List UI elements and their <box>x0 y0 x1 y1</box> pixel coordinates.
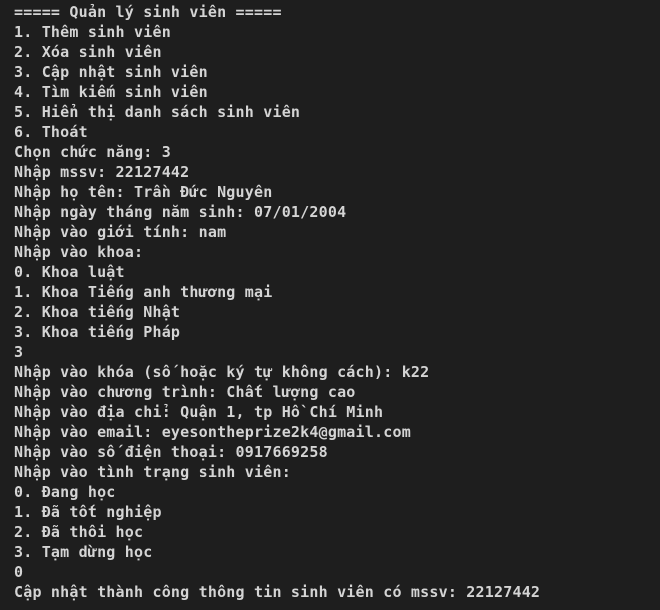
student-id-prompt: Nhập mssv: 22127442 <box>14 163 190 181</box>
status-input: 0 <box>14 563 24 581</box>
faculty-option-japanese: 2. Khoa tiếng Nhật <box>14 303 181 321</box>
choose-function-prompt: Chọn chức năng: 3 <box>14 143 171 161</box>
program-prompt: Nhập vào chương trình: Chất lượng cao <box>14 383 356 401</box>
menu-option-update-student: 3. Cập nhật sinh viên <box>14 63 208 81</box>
status-option-graduated: 1. Đã tốt nghiệp <box>14 503 162 521</box>
menu-option-list-students: 5. Hiển thị danh sách sinh viên <box>14 103 301 121</box>
status-option-dropped-out: 2. Đã thôi học <box>14 523 144 541</box>
gender-prompt: Nhập vào giới tính: nam <box>14 223 227 241</box>
status-option-studying: 0. Đang học <box>14 483 116 501</box>
faculty-option-law: 0. Khoa luật <box>14 263 125 281</box>
menu-option-add-student: 1. Thêm sinh viên <box>14 23 171 41</box>
faculty-input: 3 <box>14 343 24 361</box>
update-success-message: Cập nhật thành công thông tin sinh viên … <box>14 583 541 601</box>
address-prompt: Nhập vào địa chỉ: Quận 1, tp Hồ Chí Minh <box>14 403 384 421</box>
email-prompt: Nhập vào email: eyesontheprize2k4@gmail.… <box>14 423 411 441</box>
status-option-on-leave: 3. Tạm dừng học <box>14 543 153 561</box>
menu-option-exit: 6. Thoát <box>14 123 88 141</box>
menu-title: ===== Quản lý sinh viên ===== <box>14 3 282 21</box>
birth-date-prompt: Nhập ngày tháng năm sinh: 07/01/2004 <box>14 203 347 221</box>
faculty-option-french: 3. Khoa tiếng Pháp <box>14 323 181 341</box>
full-name-prompt: Nhập họ tên: Trần Đức Nguyên <box>14 183 273 201</box>
course-prompt: Nhập vào khóa (số hoặc ký tự không cách)… <box>14 363 430 381</box>
menu-option-delete-student: 2. Xóa sinh viên <box>14 43 162 61</box>
phone-prompt: Nhập vào số điện thoại: 0917669258 <box>14 443 328 461</box>
faculty-prompt: Nhập vào khoa: <box>14 243 144 261</box>
status-prompt: Nhập vào tình trạng sinh viên: <box>14 463 291 481</box>
faculty-option-business-english: 1. Khoa Tiếng anh thương mại <box>14 283 273 301</box>
terminal-output[interactable]: ===== Quản lý sinh viên ===== 1. Thêm si… <box>0 0 660 610</box>
menu-option-search-student: 4. Tìm kiếm sinh viên <box>14 83 208 101</box>
